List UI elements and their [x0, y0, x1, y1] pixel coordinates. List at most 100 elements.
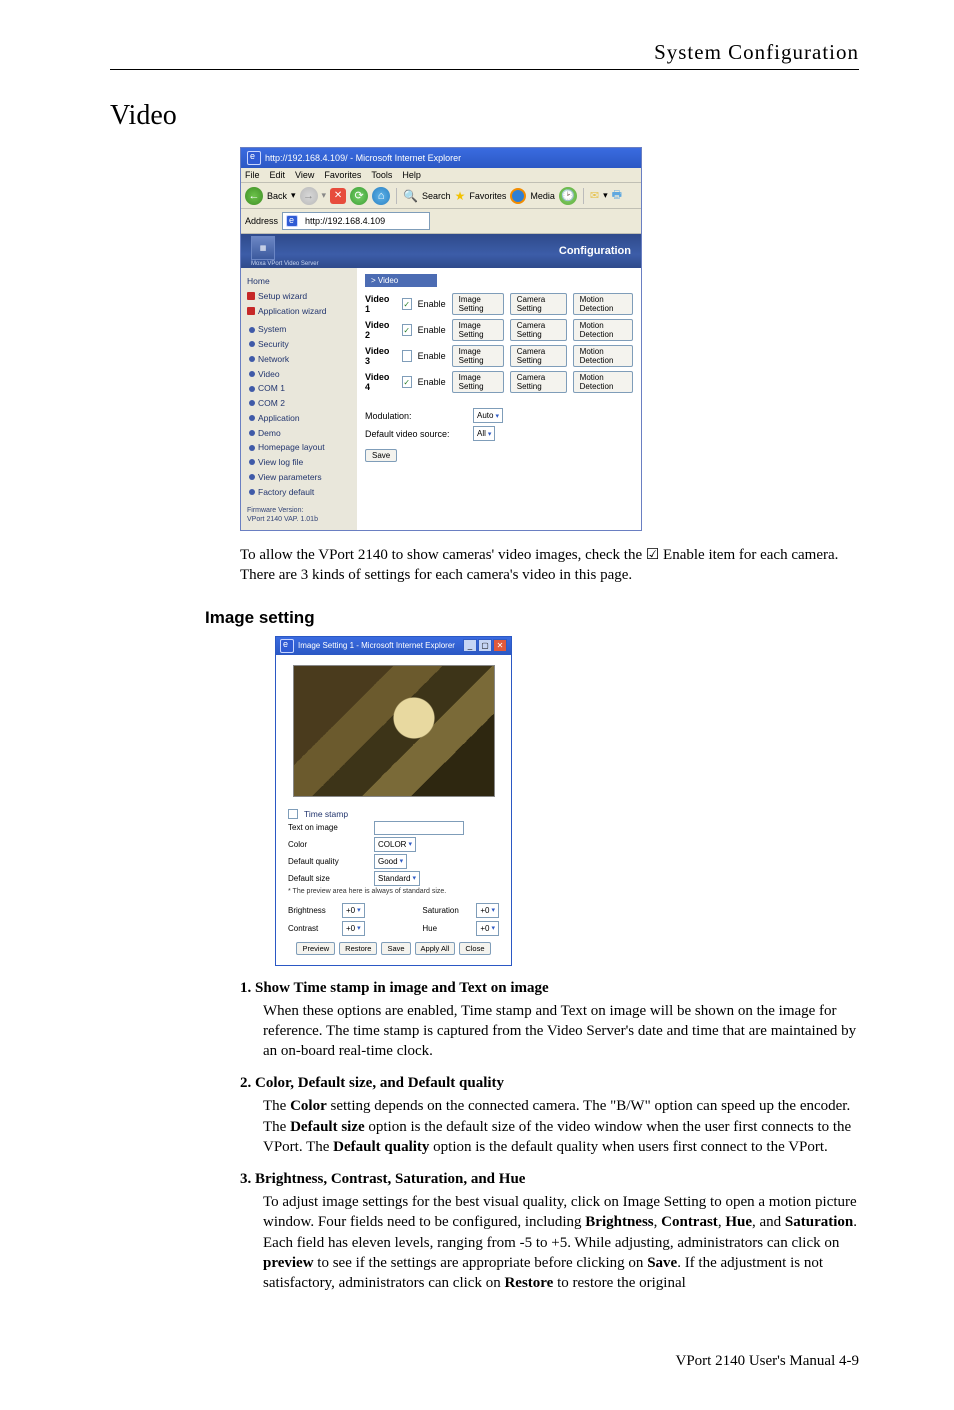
size-select[interactable]: Standard▾ — [374, 871, 420, 886]
preview-button[interactable]: Preview — [296, 942, 335, 955]
restore-button[interactable]: Restore — [339, 942, 377, 955]
menu-help[interactable]: Help — [402, 170, 421, 180]
camera-setting-button[interactable]: Camera Setting — [510, 345, 567, 367]
sidebar-item-homepage[interactable]: Homepage layout — [247, 440, 357, 455]
refresh-icon[interactable]: ⟳ — [350, 187, 368, 205]
image-setting-button[interactable]: Image Setting — [452, 345, 504, 367]
text-on-image-input[interactable] — [374, 821, 464, 835]
window-titlebar: http://192.168.4.109/ - Microsoft Intern… — [241, 148, 641, 168]
menu-edit[interactable]: Edit — [270, 170, 286, 180]
maximize-icon[interactable]: ▢ — [478, 639, 492, 652]
enable-label: Enable — [418, 325, 446, 335]
logo-icon: ▦ — [251, 236, 275, 260]
apply-all-button[interactable]: Apply All — [415, 942, 456, 955]
video1-label: Video 1 — [365, 294, 396, 314]
back-icon[interactable]: ← — [245, 187, 263, 205]
stop-icon[interactable]: ✕ — [330, 188, 346, 204]
hue-select[interactable]: +0▾ — [476, 921, 499, 936]
enable-label: Enable — [418, 299, 446, 309]
media-label[interactable]: Media — [530, 191, 555, 201]
forward-icon[interactable]: → — [300, 187, 318, 205]
ie-icon — [286, 215, 298, 227]
sidebar-item-com2[interactable]: COM 2 — [247, 396, 357, 411]
sidebar: Home Setup wizard Application wizard Sys… — [241, 268, 357, 530]
search-icon[interactable]: 🔍 — [403, 189, 418, 203]
sidebar-item-factory[interactable]: Factory default — [247, 485, 357, 500]
image-setting-button[interactable]: Image Setting — [452, 371, 504, 393]
sidebar-app-wizard[interactable]: Application wizard — [247, 304, 357, 319]
main-panel: > Video Video 1 ✓ Enable Image Setting C… — [357, 268, 641, 530]
close-icon[interactable]: ✕ — [493, 639, 507, 652]
menu-file[interactable]: File — [245, 170, 260, 180]
save-button[interactable]: Save — [365, 449, 397, 462]
video-intro: To allow the VPort 2140 to show cameras'… — [240, 545, 859, 586]
close-button[interactable]: Close — [459, 942, 490, 955]
video-row-4: Video 4 ✓ Enable Image Setting Camera Se… — [365, 371, 633, 393]
back-label[interactable]: Back — [267, 191, 287, 201]
video4-enable-checkbox[interactable]: ✓ — [402, 376, 412, 388]
timestamp-checkbox[interactable] — [288, 809, 298, 819]
motion-detection-button[interactable]: Motion Detection — [573, 293, 633, 315]
home-icon[interactable]: ⌂ — [372, 187, 390, 205]
motion-detection-button[interactable]: Motion Detection — [573, 345, 633, 367]
image-setting-button[interactable]: Image Setting — [452, 319, 504, 341]
save-button[interactable]: Save — [381, 942, 410, 955]
color-select[interactable]: COLOR▾ — [374, 837, 416, 852]
sidebar-item-video[interactable]: Video — [247, 367, 357, 382]
search-label[interactable]: Search — [422, 191, 451, 201]
sidebar-home[interactable]: Home — [247, 274, 357, 289]
motion-detection-button[interactable]: Motion Detection — [573, 319, 633, 341]
brightness-select[interactable]: +0▾ — [342, 903, 365, 918]
sidebar-item-application[interactable]: Application — [247, 411, 357, 426]
video-row-3: Video 3 Enable Image Setting Camera Sett… — [365, 345, 633, 367]
video2-enable-checkbox[interactable]: ✓ — [402, 324, 412, 336]
window-title: http://192.168.4.109/ - Microsoft Intern… — [265, 153, 461, 163]
menu-favorites[interactable]: Favorites — [324, 170, 361, 180]
item3-title: 3. Brightness, Contrast, Saturation, and… — [240, 1171, 859, 1188]
modulation-select[interactable]: Auto▾ — [473, 408, 503, 423]
enable-label: Enable — [418, 351, 446, 361]
contrast-select[interactable]: +0▾ — [342, 921, 365, 936]
favorites-label[interactable]: Favorites — [469, 191, 506, 201]
page-footer: VPort 2140 User's Manual 4-9 — [110, 1353, 859, 1370]
sidebar-setup-wizard[interactable]: Setup wizard — [247, 289, 357, 304]
preview-image — [293, 665, 495, 797]
sidebar-item-network[interactable]: Network — [247, 352, 357, 367]
sidebar-item-demo[interactable]: Demo — [247, 426, 357, 441]
mail-icon[interactable]: ✉ — [590, 189, 599, 202]
video-row-2: Video 2 ✓ Enable Image Setting Camera Se… — [365, 319, 633, 341]
image-setting-button[interactable]: Image Setting — [452, 293, 504, 315]
history-icon[interactable]: 🕑 — [559, 187, 577, 205]
menu-tools[interactable]: Tools — [371, 170, 392, 180]
item1-body: When these options are enabled, Time sta… — [263, 1001, 859, 1062]
saturation-select[interactable]: +0▾ — [476, 903, 499, 918]
video3-enable-checkbox[interactable] — [402, 350, 412, 362]
sidebar-item-security[interactable]: Security — [247, 337, 357, 352]
favorites-icon[interactable]: ★ — [455, 189, 466, 203]
menu-view[interactable]: View — [295, 170, 314, 180]
minimize-icon[interactable]: _ — [463, 639, 477, 652]
address-input[interactable]: http://192.168.4.109 — [282, 212, 430, 230]
camera-setting-button[interactable]: Camera Setting — [510, 371, 567, 393]
video1-enable-checkbox[interactable]: ✓ — [402, 298, 412, 310]
sidebar-item-com1[interactable]: COM 1 — [247, 381, 357, 396]
hue-label: Hue — [422, 924, 472, 933]
image-setting-heading: Image setting — [205, 608, 859, 628]
camera-setting-button[interactable]: Camera Setting — [510, 293, 567, 315]
address-value: http://192.168.4.109 — [305, 216, 385, 226]
ie-icon — [247, 151, 261, 165]
sidebar-item-system[interactable]: System — [247, 322, 357, 337]
config-banner: ▦ Moxa VPort Video Server Configuration — [241, 234, 641, 268]
video-heading: Video — [110, 100, 859, 132]
camera-setting-button[interactable]: Camera Setting — [510, 319, 567, 341]
saturation-label: Saturation — [422, 906, 472, 915]
fw-value: VPort 2140 VAP. 1.01b — [247, 516, 357, 524]
sidebar-item-params[interactable]: View parameters — [247, 470, 357, 485]
media-icon[interactable] — [510, 188, 526, 204]
default-source-select[interactable]: All▾ — [473, 426, 495, 441]
video4-label: Video 4 — [365, 372, 396, 392]
print-icon[interactable]: 🖶 — [612, 186, 622, 205]
quality-select[interactable]: Good▾ — [374, 854, 407, 869]
sidebar-item-log[interactable]: View log file — [247, 455, 357, 470]
motion-detection-button[interactable]: Motion Detection — [573, 371, 633, 393]
